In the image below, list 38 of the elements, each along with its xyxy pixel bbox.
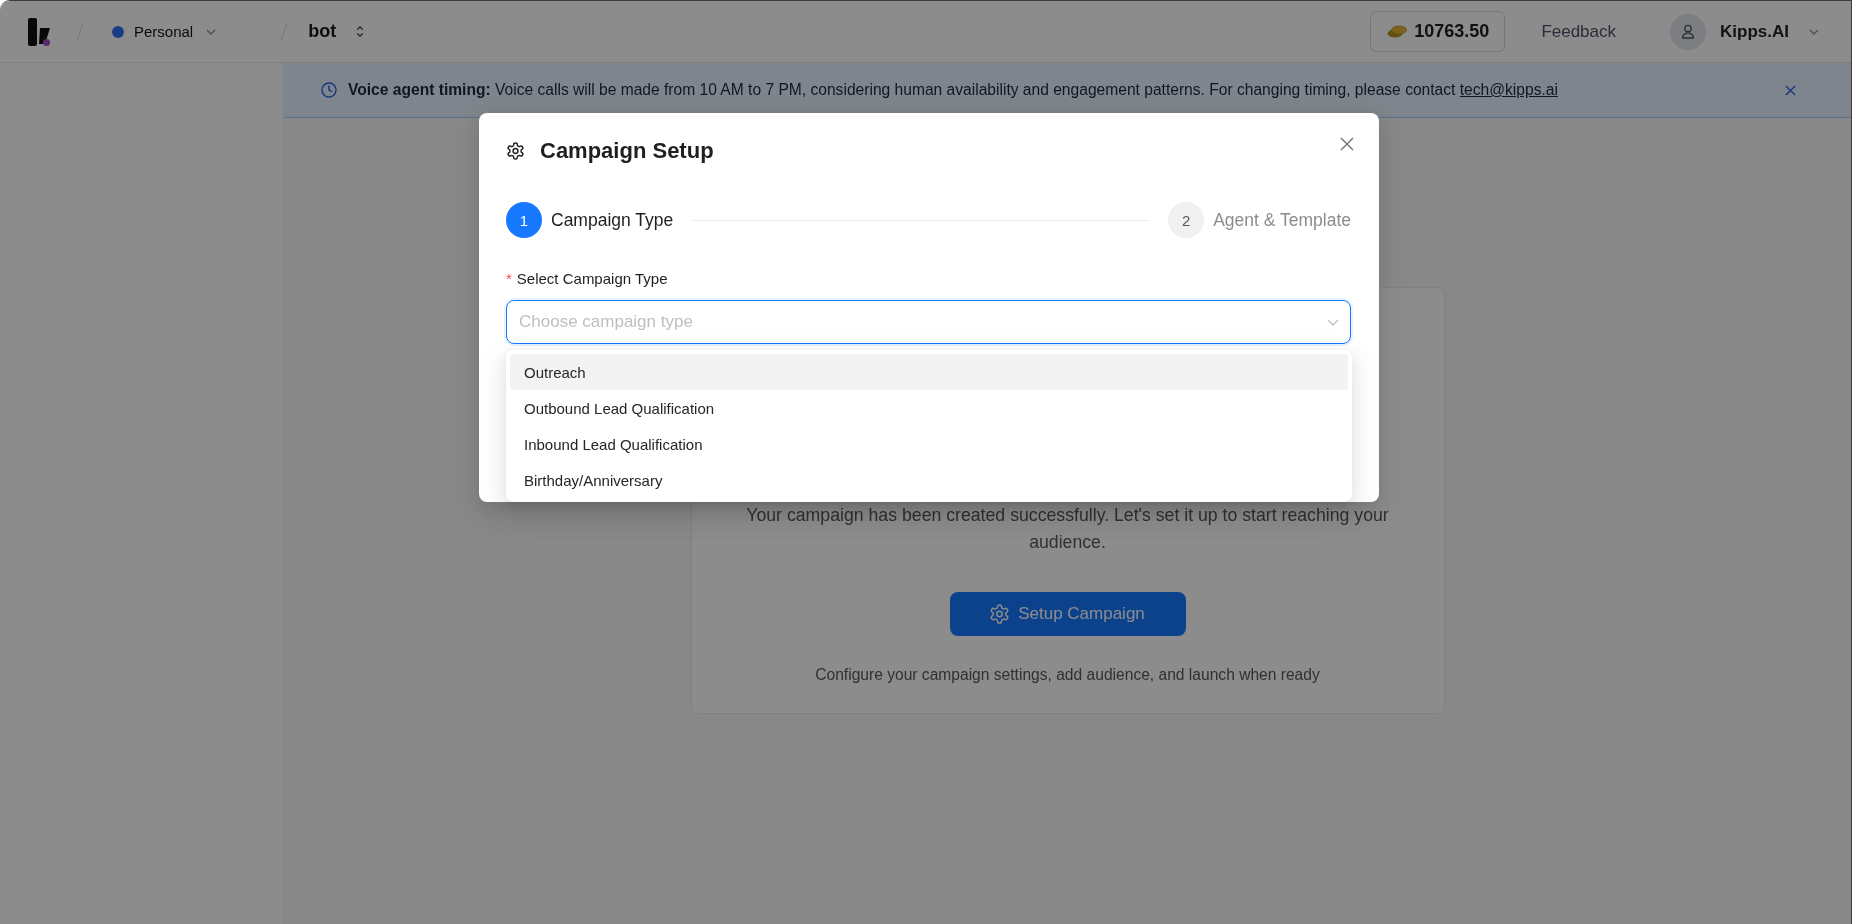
feedback-button[interactable]: Feedback xyxy=(1541,21,1617,42)
email-link[interactable]: tech@kipps.ai xyxy=(1459,81,1558,98)
dialog-title: Campaign Setup xyxy=(540,137,714,165)
dropdown-option[interactable]: Inbound Lead Qualification xyxy=(510,426,1348,462)
dropdown-option[interactable]: Outbound Lead Qualification xyxy=(510,390,1348,426)
caret-down-icon xyxy=(206,28,217,35)
field-label: Select Campaign Type xyxy=(516,269,668,287)
banner-message: Voice agent timing: Voice calls will be made from 10 AM to 7 PM, considering human availability and engagement patterns. For changing timing, please contact tech@kipps.ai xyxy=(348,81,1559,99)
dropdown-option[interactable]: Outreach xyxy=(510,354,1348,390)
step-number: 1 xyxy=(506,202,542,238)
close-icon xyxy=(1785,84,1796,96)
account-menu[interactable]: Kipps.AI xyxy=(1670,13,1819,50)
avatar-icon xyxy=(1670,13,1707,50)
step-number: 2 xyxy=(1168,202,1205,238)
credits-button[interactable]: 10763.50 xyxy=(1370,11,1506,52)
workspace-selector[interactable]: Personal xyxy=(112,23,217,40)
card-message: Your campaign has been created successfully. Let's set it up to start reaching your audience. xyxy=(745,504,1390,554)
dropdown-option[interactable]: Birthday/Anniversary xyxy=(510,462,1348,498)
workspace-dot-icon xyxy=(112,25,124,38)
caret-down-icon xyxy=(1809,28,1819,35)
project-selector[interactable]: bot xyxy=(308,21,365,42)
logo-icon xyxy=(28,17,50,46)
step-label: Campaign Type xyxy=(551,209,674,231)
card-hint: Configure your campaign settings, add audience, and launch when ready xyxy=(815,665,1320,685)
up-down-chevron-icon xyxy=(356,25,365,38)
close-button[interactable] xyxy=(1785,84,1796,96)
gear-icon xyxy=(990,604,1010,624)
coins-icon xyxy=(1387,25,1408,38)
slash-separator-icon xyxy=(280,20,289,43)
clock-icon xyxy=(321,82,337,98)
slash-separator-icon xyxy=(76,20,84,43)
chevron-down-icon xyxy=(1327,318,1339,326)
gear-icon xyxy=(507,142,524,160)
step-label: Agent & Template xyxy=(1213,209,1351,231)
required-mark: * xyxy=(506,269,512,287)
close-icon xyxy=(1340,137,1354,151)
close-button[interactable] xyxy=(1340,137,1354,151)
setup-campaign-button[interactable]: Setup Campaign xyxy=(949,592,1186,636)
